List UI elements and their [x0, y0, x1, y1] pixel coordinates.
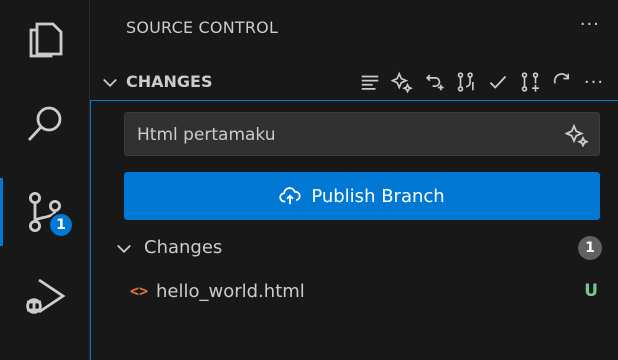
search-icon [27, 106, 62, 141]
list-item[interactable]: <> hello_world.html U [90, 276, 618, 308]
activity-bar: 1 [0, 0, 90, 360]
untracked-status-badge: U [584, 281, 598, 301]
commit-button[interactable] [484, 68, 512, 96]
changes-group-label: Changes [144, 237, 223, 258]
undo-icon [425, 74, 444, 91]
branch-compare-button[interactable] [452, 68, 480, 96]
activity-search[interactable] [0, 84, 90, 164]
create-pull-request-button[interactable] [516, 68, 544, 96]
pull-request-icon [521, 72, 539, 92]
section-toolbar: ··· [356, 64, 608, 100]
activity-source-control[interactable]: 1 [0, 172, 90, 252]
source-control-sidebar: SOURCE CONTROL ··· CHANGES ··· Html pert… [90, 0, 618, 360]
view-more-actions[interactable]: ··· [580, 14, 600, 35]
branch-compare-icon [457, 72, 474, 92]
generate-commit-message-button[interactable] [388, 68, 416, 96]
chevron-down-icon [117, 244, 131, 253]
view-title: SOURCE CONTROL [126, 18, 279, 37]
refresh-button[interactable] [548, 68, 576, 96]
changes-group-header[interactable]: Changes 1 [90, 232, 618, 264]
sparkle-icon[interactable] [565, 123, 589, 147]
sparkle-icon [391, 71, 413, 93]
commit-message-box[interactable] [124, 112, 600, 156]
explorer-icon [29, 22, 63, 58]
section-title: CHANGES [126, 72, 213, 91]
chevron-down-icon [103, 78, 117, 87]
cloud-upload-icon [279, 187, 301, 205]
publish-branch-label: Publish Branch [311, 185, 445, 207]
run-debug-icon [26, 278, 66, 314]
activity-explorer[interactable] [0, 0, 90, 80]
more-icon: ··· [583, 71, 605, 93]
commit-message-input[interactable] [137, 123, 537, 147]
view-as-tree-icon [361, 75, 379, 90]
section-more-button[interactable]: ··· [580, 68, 608, 96]
changes-count-badge: 1 [578, 236, 602, 260]
view-as-tree-button[interactable] [356, 68, 384, 96]
focus-outline [90, 100, 618, 101]
undo-commit-button[interactable] [420, 68, 448, 96]
focus-outline-left [90, 100, 91, 360]
source-control-badge: 1 [48, 212, 74, 238]
refresh-icon [553, 73, 570, 84]
publish-branch-button[interactable]: Publish Branch [124, 172, 600, 220]
file-name: hello_world.html [156, 281, 305, 302]
html-file-icon: <> [130, 282, 149, 300]
changes-section-header[interactable]: CHANGES ··· [90, 64, 618, 100]
commit-check-icon [489, 75, 507, 89]
activity-run-debug[interactable] [0, 256, 90, 336]
